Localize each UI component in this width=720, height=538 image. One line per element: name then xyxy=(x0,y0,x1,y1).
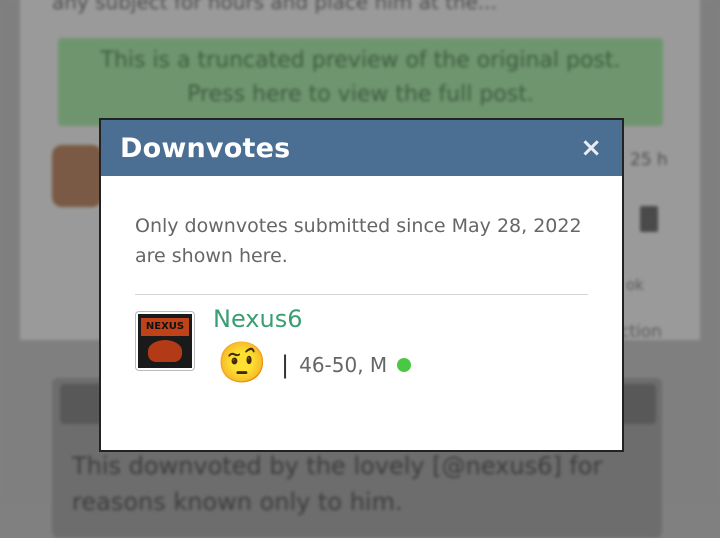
user-meta: | 46-50, M xyxy=(281,351,412,379)
quote-line-2: reasons known only to him. xyxy=(72,488,403,516)
separator: | xyxy=(281,351,290,379)
age-gender: 46-50, M xyxy=(299,353,388,377)
online-status-icon xyxy=(397,358,412,372)
background-quote-text: This downvoted by the lovely [@nexus6] f… xyxy=(72,448,602,520)
preview-line-2: Press here to view the full post. xyxy=(187,82,534,107)
voter-row: NEXUS 6 Nexus6 🤨 | 46-50, M xyxy=(135,295,588,405)
downvotes-modal: Downvotes × Only downvotes submitted sin… xyxy=(99,118,624,452)
background-avatar xyxy=(52,145,102,207)
avatar-emblem xyxy=(148,340,182,362)
thumbs-down-face-icon: 🤨 xyxy=(217,340,267,386)
truncated-preview-banner: This is a truncated preview of the origi… xyxy=(58,38,663,126)
quote-line-1: This downvoted by the lovely [@nexus6] f… xyxy=(72,452,603,480)
avatar-logo: NEXUS 6 xyxy=(141,318,189,350)
modal-header: Downvotes × xyxy=(101,120,622,176)
downvotes-notice: Only downvotes submitted since May 28, 2… xyxy=(135,215,582,267)
username-link[interactable]: Nexus6 xyxy=(213,305,302,333)
close-icon[interactable]: × xyxy=(580,135,602,161)
avatar[interactable]: NEXUS 6 xyxy=(135,311,195,371)
background-label: ok xyxy=(626,276,644,294)
trash-icon xyxy=(640,206,658,232)
background-time: 25 h xyxy=(630,150,668,170)
avatar-image: NEXUS 6 xyxy=(138,314,192,368)
preview-line-1: This is a truncated preview of the origi… xyxy=(100,48,621,73)
background-text: any subject for hours and place him at t… xyxy=(52,0,497,14)
modal-body: Only downvotes submitted since May 28, 2… xyxy=(101,211,622,405)
background-action: ction xyxy=(620,322,662,342)
modal-title: Downvotes xyxy=(120,132,291,164)
